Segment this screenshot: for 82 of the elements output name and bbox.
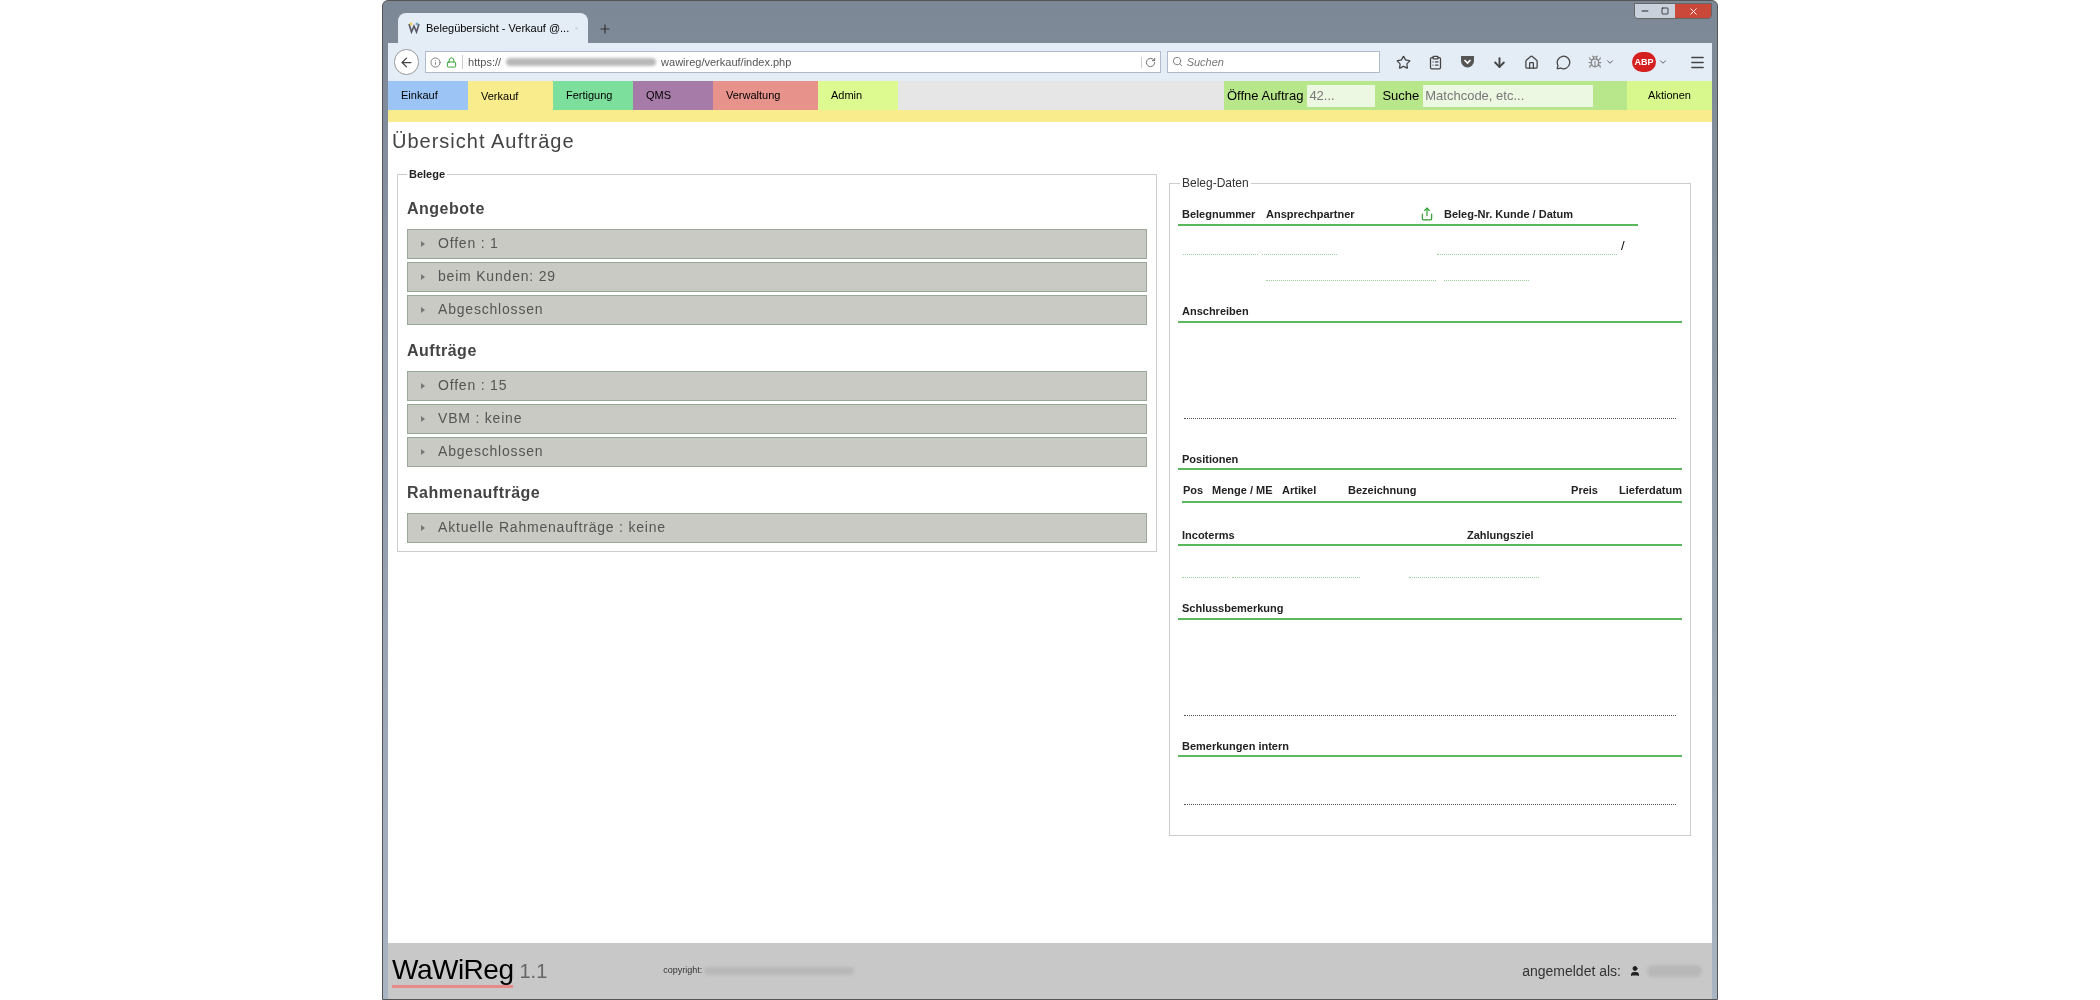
new-tab-icon[interactable] [598,22,612,36]
url-text: wawireg/verkauf/index.php [661,54,793,70]
group-heading: Angebote [407,198,486,219]
column-header: Pos [1182,483,1205,498]
column-header: Ansprechpartner [1266,207,1356,222]
bookmark-star-icon[interactable] [1396,54,1411,70]
menu-tab[interactable]: Admin [818,81,898,110]
field-label: Öffne Auftrag [1227,86,1304,105]
search-icon [1171,56,1183,67]
back-button[interactable] [394,49,420,75]
column-header: Preis [1570,483,1598,498]
url-text: https:// [468,54,502,70]
version-text: 1.1 [519,959,548,984]
close-icon[interactable] [1687,5,1699,17]
app-logo: WaWiReg [392,954,514,988]
download-icon[interactable] [1492,54,1507,70]
column-header: Belegnummer [1182,207,1257,222]
accordion-item[interactable]: Offen : 1 [407,228,1147,259]
accordion-item[interactable]: beim Kunden: 29 [407,261,1147,292]
menu-tab[interactable]: Fertigung [553,81,633,110]
section-heading: Bemerkungen intern [1178,737,1682,757]
share-icon[interactable] [1420,206,1434,221]
minimize-button[interactable] [1635,4,1655,18]
search-field[interactable]: Suchen [1166,51,1380,73]
app-logo-icon [408,22,420,34]
reload-icon[interactable] [1140,56,1156,68]
tab-title: Belegübersicht - Verkauf @... [426,20,570,36]
panel-legend: Belege [407,166,448,183]
url-field[interactable]: https:// wawireg/verkauf/index.php [425,51,1161,73]
close-button[interactable] [1675,4,1711,18]
column-header: Lieferdatum [1618,483,1682,498]
accordion-item[interactable]: Abgeschlossen [407,294,1147,325]
maximize-icon[interactable] [1661,7,1669,15]
caret-icon [420,447,426,456]
home-icon[interactable] [1524,54,1539,70]
panel-legend: Beleg-Daten [1180,174,1251,192]
matchcode-field[interactable]: Matchcode, etc... [1423,84,1594,107]
bug-icon[interactable] [1588,55,1602,69]
caret-icon [420,381,426,390]
login-label: angemeldet als: [1522,961,1621,981]
order-field[interactable]: 42... [1307,84,1376,107]
caret-icon [420,305,426,314]
page-title: Übersicht Aufträge [392,129,576,154]
caret-icon[interactable] [1658,57,1668,67]
section-heading: Schlussbemerkung [1178,600,1682,620]
user-icon [1629,965,1641,977]
section-heading: Positionen [1178,450,1682,470]
pocket-icon[interactable] [1460,55,1475,69]
section-heading: Zahlungsziel [1467,527,1535,543]
actions-button[interactable]: Aktionen [1627,81,1712,110]
menu-tab[interactable]: Verwaltung [713,81,818,110]
column-header: Menge / ME [1212,483,1274,498]
clipboard-icon[interactable] [1428,54,1443,70]
info-icon[interactable] [430,56,442,68]
column-header: Artikel [1282,483,1318,498]
caret-icon [420,272,426,281]
accordion-item[interactable]: Abgeschlossen [407,436,1147,467]
browser-tab[interactable]: Belegübersicht - Verkauf @... [398,13,588,43]
menu-tab[interactable]: Einkauf [388,81,468,110]
caret-icon[interactable] [1605,57,1615,67]
maximize-button[interactable] [1655,4,1675,18]
accordion-item[interactable]: Aktuelle Rahmenaufträge : keine [407,512,1147,543]
accordion-item[interactable]: VBM : keine [407,403,1147,434]
lock-icon [446,56,458,68]
back-arrow-icon[interactable] [399,54,415,70]
menu-tab[interactable]: Verkauf [468,81,553,110]
caret-icon [420,239,426,248]
accordion-item[interactable]: Offen : 15 [407,370,1147,401]
section-heading: Incoterms [1182,527,1236,543]
section-heading: Anschreiben [1178,303,1682,323]
column-header: Bezeichnung [1348,483,1418,498]
caret-icon [420,523,426,532]
caret-icon [420,414,426,423]
group-heading: Rahmenaufträge [407,482,542,503]
chat-icon[interactable] [1556,54,1571,70]
field-label: Suche [1382,86,1420,105]
copyright-text: copyright: [663,964,703,978]
adblock-button[interactable]: ABP [1632,52,1656,72]
column-header: Beleg-Nr. Kunde / Datum [1444,207,1573,222]
separator-text: / [1621,236,1625,255]
menu-tab[interactable]: QMS [633,81,713,110]
group-heading: Aufträge [407,340,478,361]
